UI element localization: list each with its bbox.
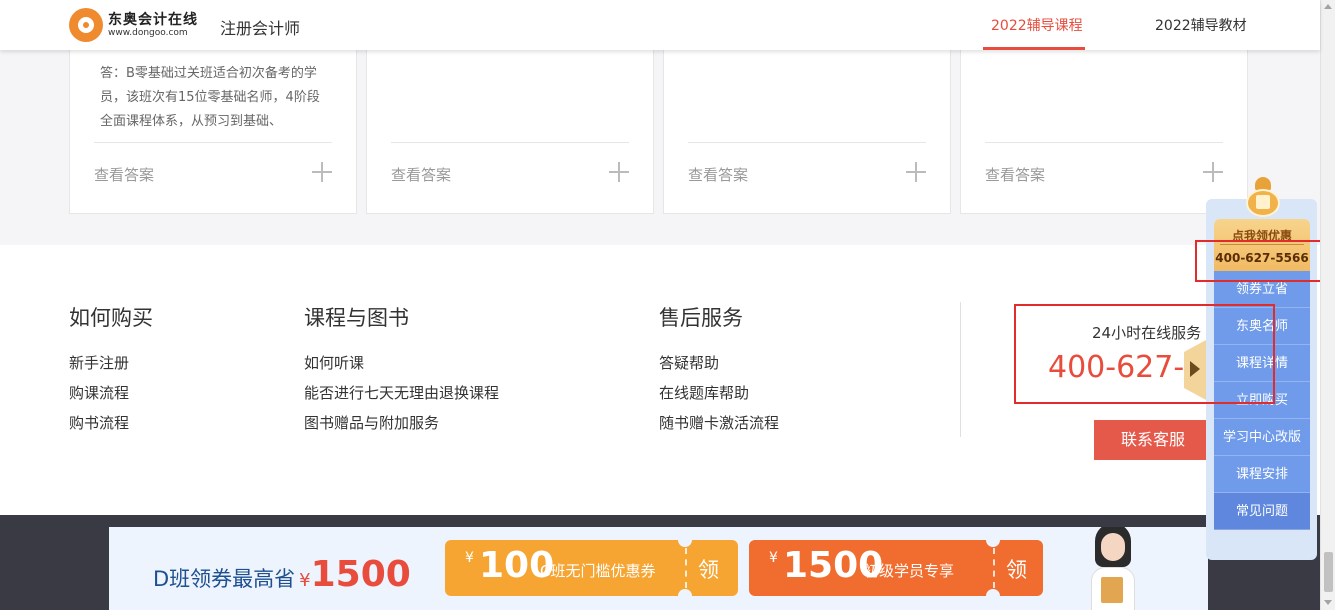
contact-service-button[interactable]: 联系客服 (1094, 420, 1212, 460)
coupon-notch (986, 589, 1000, 603)
view-answer-link[interactable]: 查看答案 (985, 164, 1045, 185)
footer-link[interactable]: 在线题库帮助 (659, 382, 749, 403)
faq-section: 答：B零基础过关班适合初次备考的学员，该班次有15位零基础名师，4阶段全面课程体… (0, 50, 1320, 245)
claim-coupon-button[interactable]: 领 (698, 554, 719, 584)
panel-item-learning-center[interactable]: 学习中心改版 (1214, 419, 1310, 456)
coupon-notch (678, 589, 692, 603)
banner-amount: 1500 (310, 554, 411, 595)
brand-name[interactable]: 东奥会计在线 (108, 9, 198, 29)
brand-url: www.dongoo.com (108, 28, 188, 38)
nav-2022-textbooks[interactable]: 2022辅导教材 (1155, 15, 1247, 35)
faq-card: 查看答案 (366, 50, 654, 214)
highlight-box (1195, 240, 1326, 282)
coupon-notch (678, 533, 692, 547)
coupon-notch (986, 533, 1000, 547)
site-title[interactable]: 注册会计师 (220, 15, 300, 39)
view-answer-link[interactable]: 查看答案 (688, 164, 748, 185)
footer-link[interactable]: 新手注册 (69, 352, 129, 373)
footer-link[interactable]: 如何听课 (304, 352, 364, 373)
scroll-down-arrow-icon[interactable] (1324, 600, 1332, 605)
banner-yen-sign: ¥ (299, 570, 311, 591)
footer-link[interactable]: 图书赠品与附加服务 (304, 412, 439, 433)
coupon-100[interactable]: ¥ 100 C班无门槛优惠券 领 (445, 533, 738, 603)
scrollbar-thumb[interactable] (1324, 552, 1333, 592)
banner-headline: D班领券最高省 ¥1500 (153, 554, 411, 595)
coupon-yen-sign: ¥ (769, 550, 778, 566)
view-answer-link[interactable]: 查看答案 (94, 164, 154, 185)
footer-link[interactable]: 答疑帮助 (659, 352, 719, 373)
faq-card: 查看答案 (663, 50, 951, 214)
footer-col-title-courses-books: 课程与图书 (304, 306, 409, 330)
divider (985, 142, 1223, 143)
footer-link[interactable]: 购课流程 (69, 382, 129, 403)
student-illustration (1081, 527, 1145, 610)
panel-item-faq[interactable]: 常见问题 (1214, 493, 1310, 530)
plus-icon[interactable] (609, 162, 629, 182)
plus-icon[interactable] (906, 162, 926, 182)
dongao-logo-icon[interactable] (69, 8, 103, 42)
footer-divider (960, 302, 961, 437)
vertical-scrollbar[interactable] (1320, 0, 1335, 610)
coupon-description: C班无门槛优惠券 (540, 562, 656, 580)
scroll-up-arrow-icon[interactable] (1324, 4, 1332, 9)
panel-item-schedule[interactable]: 课程安排 (1214, 456, 1310, 493)
faq-answer-text: 答：B零基础过关班适合初次备考的学员，该班次有15位零基础名师，4阶段全面课程体… (100, 66, 320, 129)
nav-2022-courses[interactable]: 2022辅导课程 (991, 15, 1083, 35)
plus-icon[interactable] (1203, 162, 1223, 182)
view-answer-link[interactable]: 查看答案 (391, 164, 451, 185)
coupon-description: 初级学员专享 (864, 562, 955, 580)
gift-box-icon[interactable] (1242, 175, 1284, 219)
site-header: 东奥会计在线 www.dongoo.com 注册会计师 2022辅导课程 202… (0, 0, 1320, 50)
coupon-separator (685, 548, 687, 588)
faq-card: 查看答案 (960, 50, 1248, 214)
highlight-box (1014, 304, 1275, 404)
divider (688, 142, 926, 143)
divider (94, 142, 332, 143)
coupon-yen-sign: ¥ (465, 550, 474, 566)
promo-banner: D班领券最高省 ¥1500 ¥ 100 C班无门槛优惠券 领 ¥ 1500 初级学… (109, 527, 1208, 610)
footer-link[interactable]: 购书流程 (69, 412, 129, 433)
footer-col-title-after-sales: 售后服务 (659, 306, 743, 330)
plus-icon[interactable] (312, 162, 332, 182)
footer-col-title-how-to-buy: 如何购买 (69, 306, 153, 330)
divider (391, 142, 629, 143)
coupon-separator (993, 548, 995, 588)
banner-lead-text: D班领券最高省 (153, 567, 296, 591)
faq-card: 答：B零基础过关班适合初次备考的学员，该班次有15位零基础名师，4阶段全面课程体… (69, 50, 357, 214)
claim-coupon-button[interactable]: 领 (1006, 554, 1027, 584)
coupon-1500[interactable]: ¥ 1500 初级学员专享 领 (749, 533, 1043, 603)
footer-link[interactable]: 能否进行七天无理由退换课程 (304, 382, 499, 403)
nav-active-underline (983, 47, 1085, 50)
footer-link[interactable]: 随书赠卡激活流程 (659, 412, 779, 433)
